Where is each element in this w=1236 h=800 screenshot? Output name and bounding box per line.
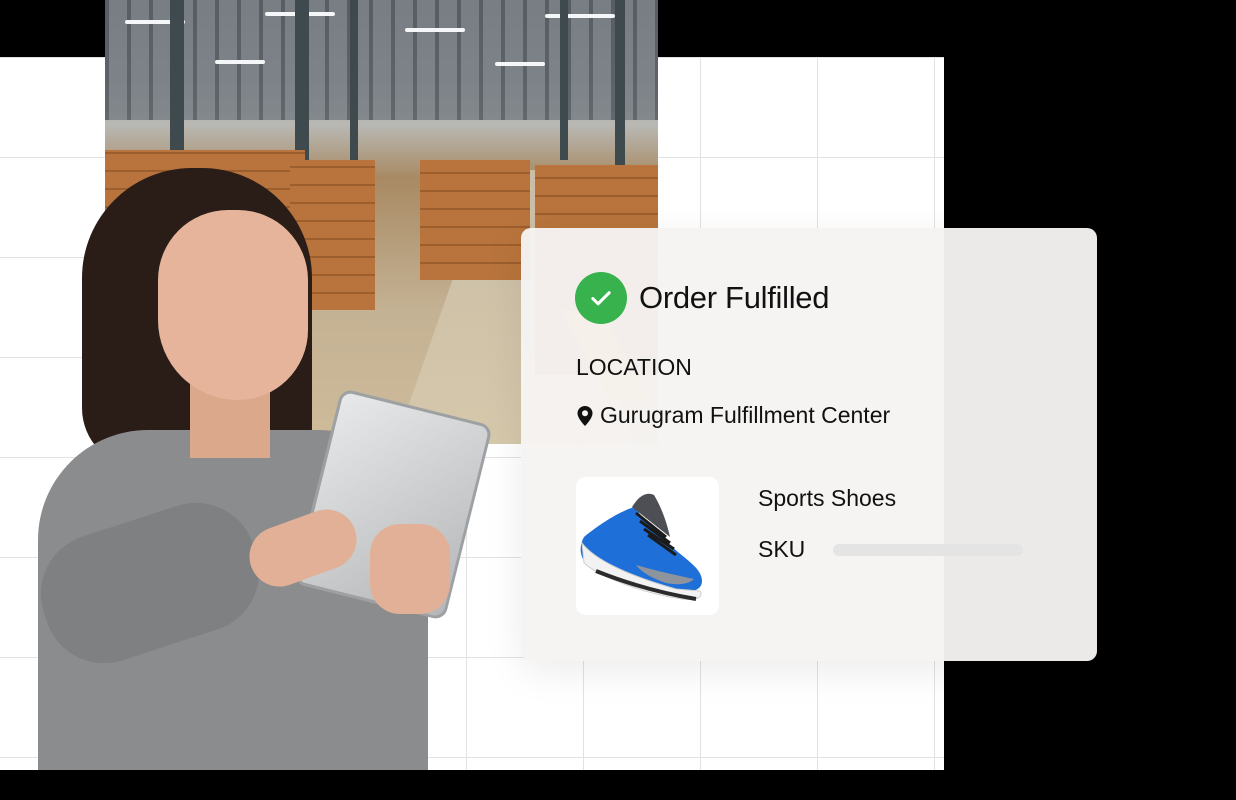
map-pin-icon [577,405,593,426]
order-status-card: Order Fulfilled LOCATION Gurugram Fulfil… [521,228,1097,661]
sports-shoe-icon [580,493,702,601]
ceiling-light [495,62,545,66]
warehouse-column [615,0,625,170]
warehouse-column [295,0,309,175]
right-hand [370,524,450,614]
location-value: Gurugram Fulfillment Center [600,402,891,428]
location-label: LOCATION [576,354,692,380]
warehouse-column [560,0,568,160]
warehouse-column [350,0,358,165]
status-title: Order Fulfilled [639,280,830,315]
product-image [576,477,719,615]
check-circle-icon [575,272,627,324]
woman-with-tablet [25,168,493,770]
sku-placeholder-bar [833,544,1023,556]
face [158,210,308,400]
location-row: Gurugram Fulfillment Center [576,402,890,429]
sku-label: SKU [758,536,806,562]
ceiling-light [545,14,615,18]
warehouse-ceiling [105,0,658,120]
warehouse-column [170,0,184,170]
ceiling-light [405,28,465,32]
status-row: Order Fulfilled [575,272,829,324]
product-name: Sports Shoes [758,485,897,511]
ceiling-light [215,60,265,64]
